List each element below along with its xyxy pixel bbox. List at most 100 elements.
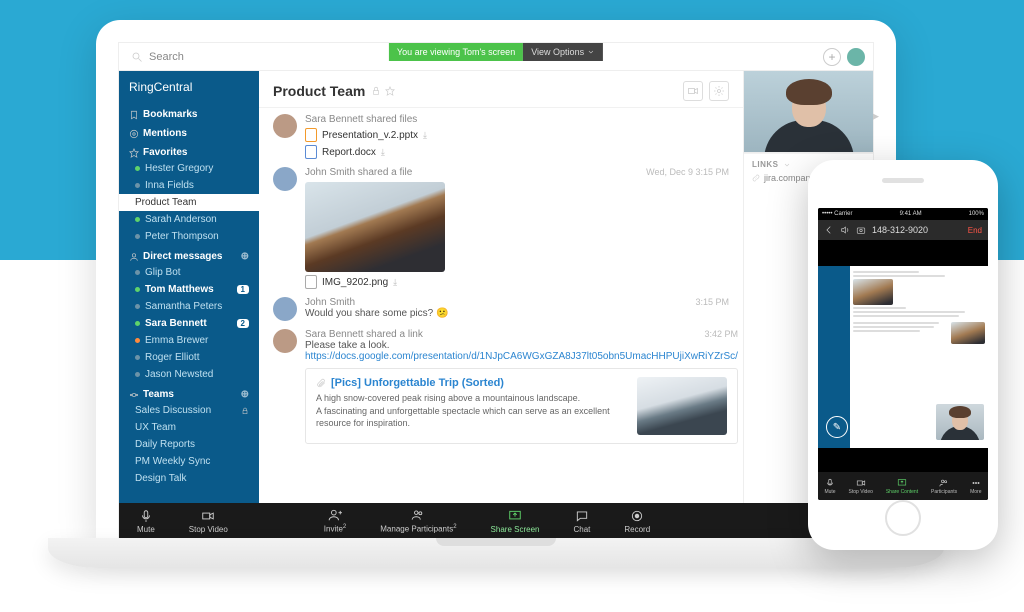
chevron-left-icon[interactable]: [824, 225, 834, 235]
sidebar-item[interactable]: Tom Matthews1: [119, 281, 259, 298]
sidebar-item[interactable]: Samantha Peters: [119, 298, 259, 315]
sidebar-favorites-header[interactable]: Favorites: [119, 141, 259, 160]
record-button[interactable]: Record: [624, 509, 650, 534]
download-icon[interactable]: ⤓: [381, 147, 385, 158]
profile-avatar[interactable]: [847, 48, 865, 66]
expand-icon[interactable]: ▶: [872, 111, 879, 122]
timestamp: Wed, Dec 9 3:15 PM: [646, 167, 729, 177]
download-icon[interactable]: ⤓: [393, 277, 397, 288]
avatar[interactable]: [273, 167, 297, 191]
sidebar-mentions[interactable]: Mentions: [119, 122, 259, 141]
lock-icon: [371, 86, 381, 96]
sidebar-teams-header[interactable]: Teams ⊕: [119, 383, 259, 402]
phone-share-button[interactable]: Share Content: [886, 478, 918, 495]
timestamp: 3:15 PM: [695, 297, 729, 307]
message: John Smith3:15 PM Would you share some p…: [273, 297, 729, 321]
add-button[interactable]: +: [823, 48, 841, 66]
link[interactable]: https://docs.google.com/presentation/d/1…: [305, 351, 738, 362]
message-title: Sara Bennett shared files: [305, 114, 729, 125]
view-options-button[interactable]: View Options: [523, 43, 603, 61]
sidebar-item[interactable]: Jason Newsted: [119, 366, 259, 383]
person-icon: [129, 252, 139, 262]
sidebar-item[interactable]: Glip Bot: [119, 264, 259, 281]
sidebar-item[interactable]: Design Talk: [119, 470, 259, 487]
presence-dot: [135, 217, 140, 222]
star-icon[interactable]: [385, 86, 395, 96]
sidebar-direct-header[interactable]: Direct messages ⊕: [119, 245, 259, 264]
sidebar-bookmarks[interactable]: Bookmarks: [119, 103, 259, 122]
presence-dot: [135, 270, 140, 275]
sidebar-item-active[interactable]: Product Team: [119, 194, 259, 211]
avatar[interactable]: [273, 114, 297, 138]
presence-dot: [135, 372, 140, 377]
presence-dot: [135, 321, 140, 326]
bookmark-icon: [129, 110, 139, 120]
annotate-button[interactable]: ✎: [826, 416, 848, 438]
teams-icon: [129, 390, 139, 400]
camera-icon[interactable]: [856, 225, 866, 235]
phone-mockup: ••••• Carrier 9:41 AM 100% 148-312-9020 …: [808, 160, 998, 550]
speaker-icon[interactable]: [840, 225, 850, 235]
image-icon: [305, 275, 317, 289]
phone-more-button[interactable]: More: [970, 478, 981, 495]
presence-dot: [135, 287, 140, 292]
search-placeholder: Search: [149, 51, 184, 63]
phone-mute-button[interactable]: Mute: [824, 478, 835, 495]
video-button[interactable]: [683, 81, 703, 101]
add-icon[interactable]: ⊕: [241, 251, 249, 262]
link-preview-card[interactable]: [Pics] Unforgettable Trip (Sorted) A hig…: [305, 368, 738, 444]
doc-icon: [305, 145, 317, 159]
manage-participants-button[interactable]: Manage Participants2: [380, 508, 456, 534]
sidebar-item[interactable]: Emma Brewer: [119, 332, 259, 349]
download-icon[interactable]: ⤓: [423, 130, 427, 141]
phone-status-bar: ••••• Carrier 9:41 AM 100%: [818, 208, 988, 220]
phone-call-bar: 148-312-9020 End: [818, 220, 988, 240]
presence-dot: [135, 304, 140, 309]
file-attachment[interactable]: Presentation_v.2.pptx⤓: [305, 128, 729, 142]
sidebar-item[interactable]: Sales Discussion: [119, 402, 259, 419]
chevron-down-icon: [783, 161, 791, 169]
sidebar-item[interactable]: Peter Thompson: [119, 228, 259, 245]
conversation-title: Product Team: [273, 83, 365, 99]
message-author: John Smith: [305, 297, 355, 308]
chevron-down-icon: [587, 48, 595, 56]
sidebar-item[interactable]: PM Weekly Sync: [119, 453, 259, 470]
phone-stop-video-button[interactable]: Stop Video: [849, 478, 873, 495]
message: Sara Bennett shared files Presentation_v…: [273, 114, 729, 159]
invite-button[interactable]: Invite2: [324, 508, 346, 534]
presence-dot: [135, 234, 140, 239]
sidebar-item[interactable]: Inna Fields: [119, 177, 259, 194]
message-feed: Sara Bennett shared files Presentation_v…: [259, 108, 743, 503]
sidebar-item[interactable]: UX Team: [119, 419, 259, 436]
image-attachment[interactable]: [305, 182, 445, 272]
end-call-button[interactable]: End: [968, 226, 982, 235]
sidebar-item[interactable]: Hester Gregory: [119, 160, 259, 177]
video-participant[interactable]: [744, 71, 873, 153]
self-video[interactable]: [936, 404, 984, 440]
phone-participants-button[interactable]: Participants: [931, 478, 957, 495]
chat-button[interactable]: Chat: [573, 509, 590, 534]
card-title: [Pics] Unforgettable Trip (Sorted): [331, 377, 504, 389]
file-attachment[interactable]: Report.docx⤓: [305, 145, 729, 159]
sidebar-item[interactable]: Sara Bennett2: [119, 315, 259, 332]
file-attachment[interactable]: IMG_9202.png⤓: [305, 275, 729, 289]
sidebar-item[interactable]: Sarah Anderson: [119, 211, 259, 228]
avatar[interactable]: [273, 297, 297, 321]
presence-dot: [135, 183, 140, 188]
share-screen-button[interactable]: Share Screen: [491, 509, 540, 534]
add-icon[interactable]: ⊕: [241, 389, 249, 400]
stop-video-button[interactable]: Stop Video: [189, 509, 228, 534]
unread-badge: 2: [237, 319, 249, 328]
message-title: John Smith shared a file: [305, 167, 412, 178]
settings-button[interactable]: [709, 81, 729, 101]
message-title: Sara Bennett shared a link: [305, 329, 423, 340]
link-icon: [752, 174, 760, 182]
sidebar-item[interactable]: Daily Reports: [119, 436, 259, 453]
sidebar-item[interactable]: Roger Elliott: [119, 349, 259, 366]
avatar[interactable]: [273, 329, 297, 353]
lock-icon: [241, 407, 249, 415]
top-bar: Search You are viewing Tom's screen View…: [119, 43, 873, 71]
mute-button[interactable]: Mute: [137, 509, 155, 534]
message: Sara Bennett shared a link3:42 PM Please…: [273, 329, 729, 444]
presence-dot: [135, 338, 140, 343]
